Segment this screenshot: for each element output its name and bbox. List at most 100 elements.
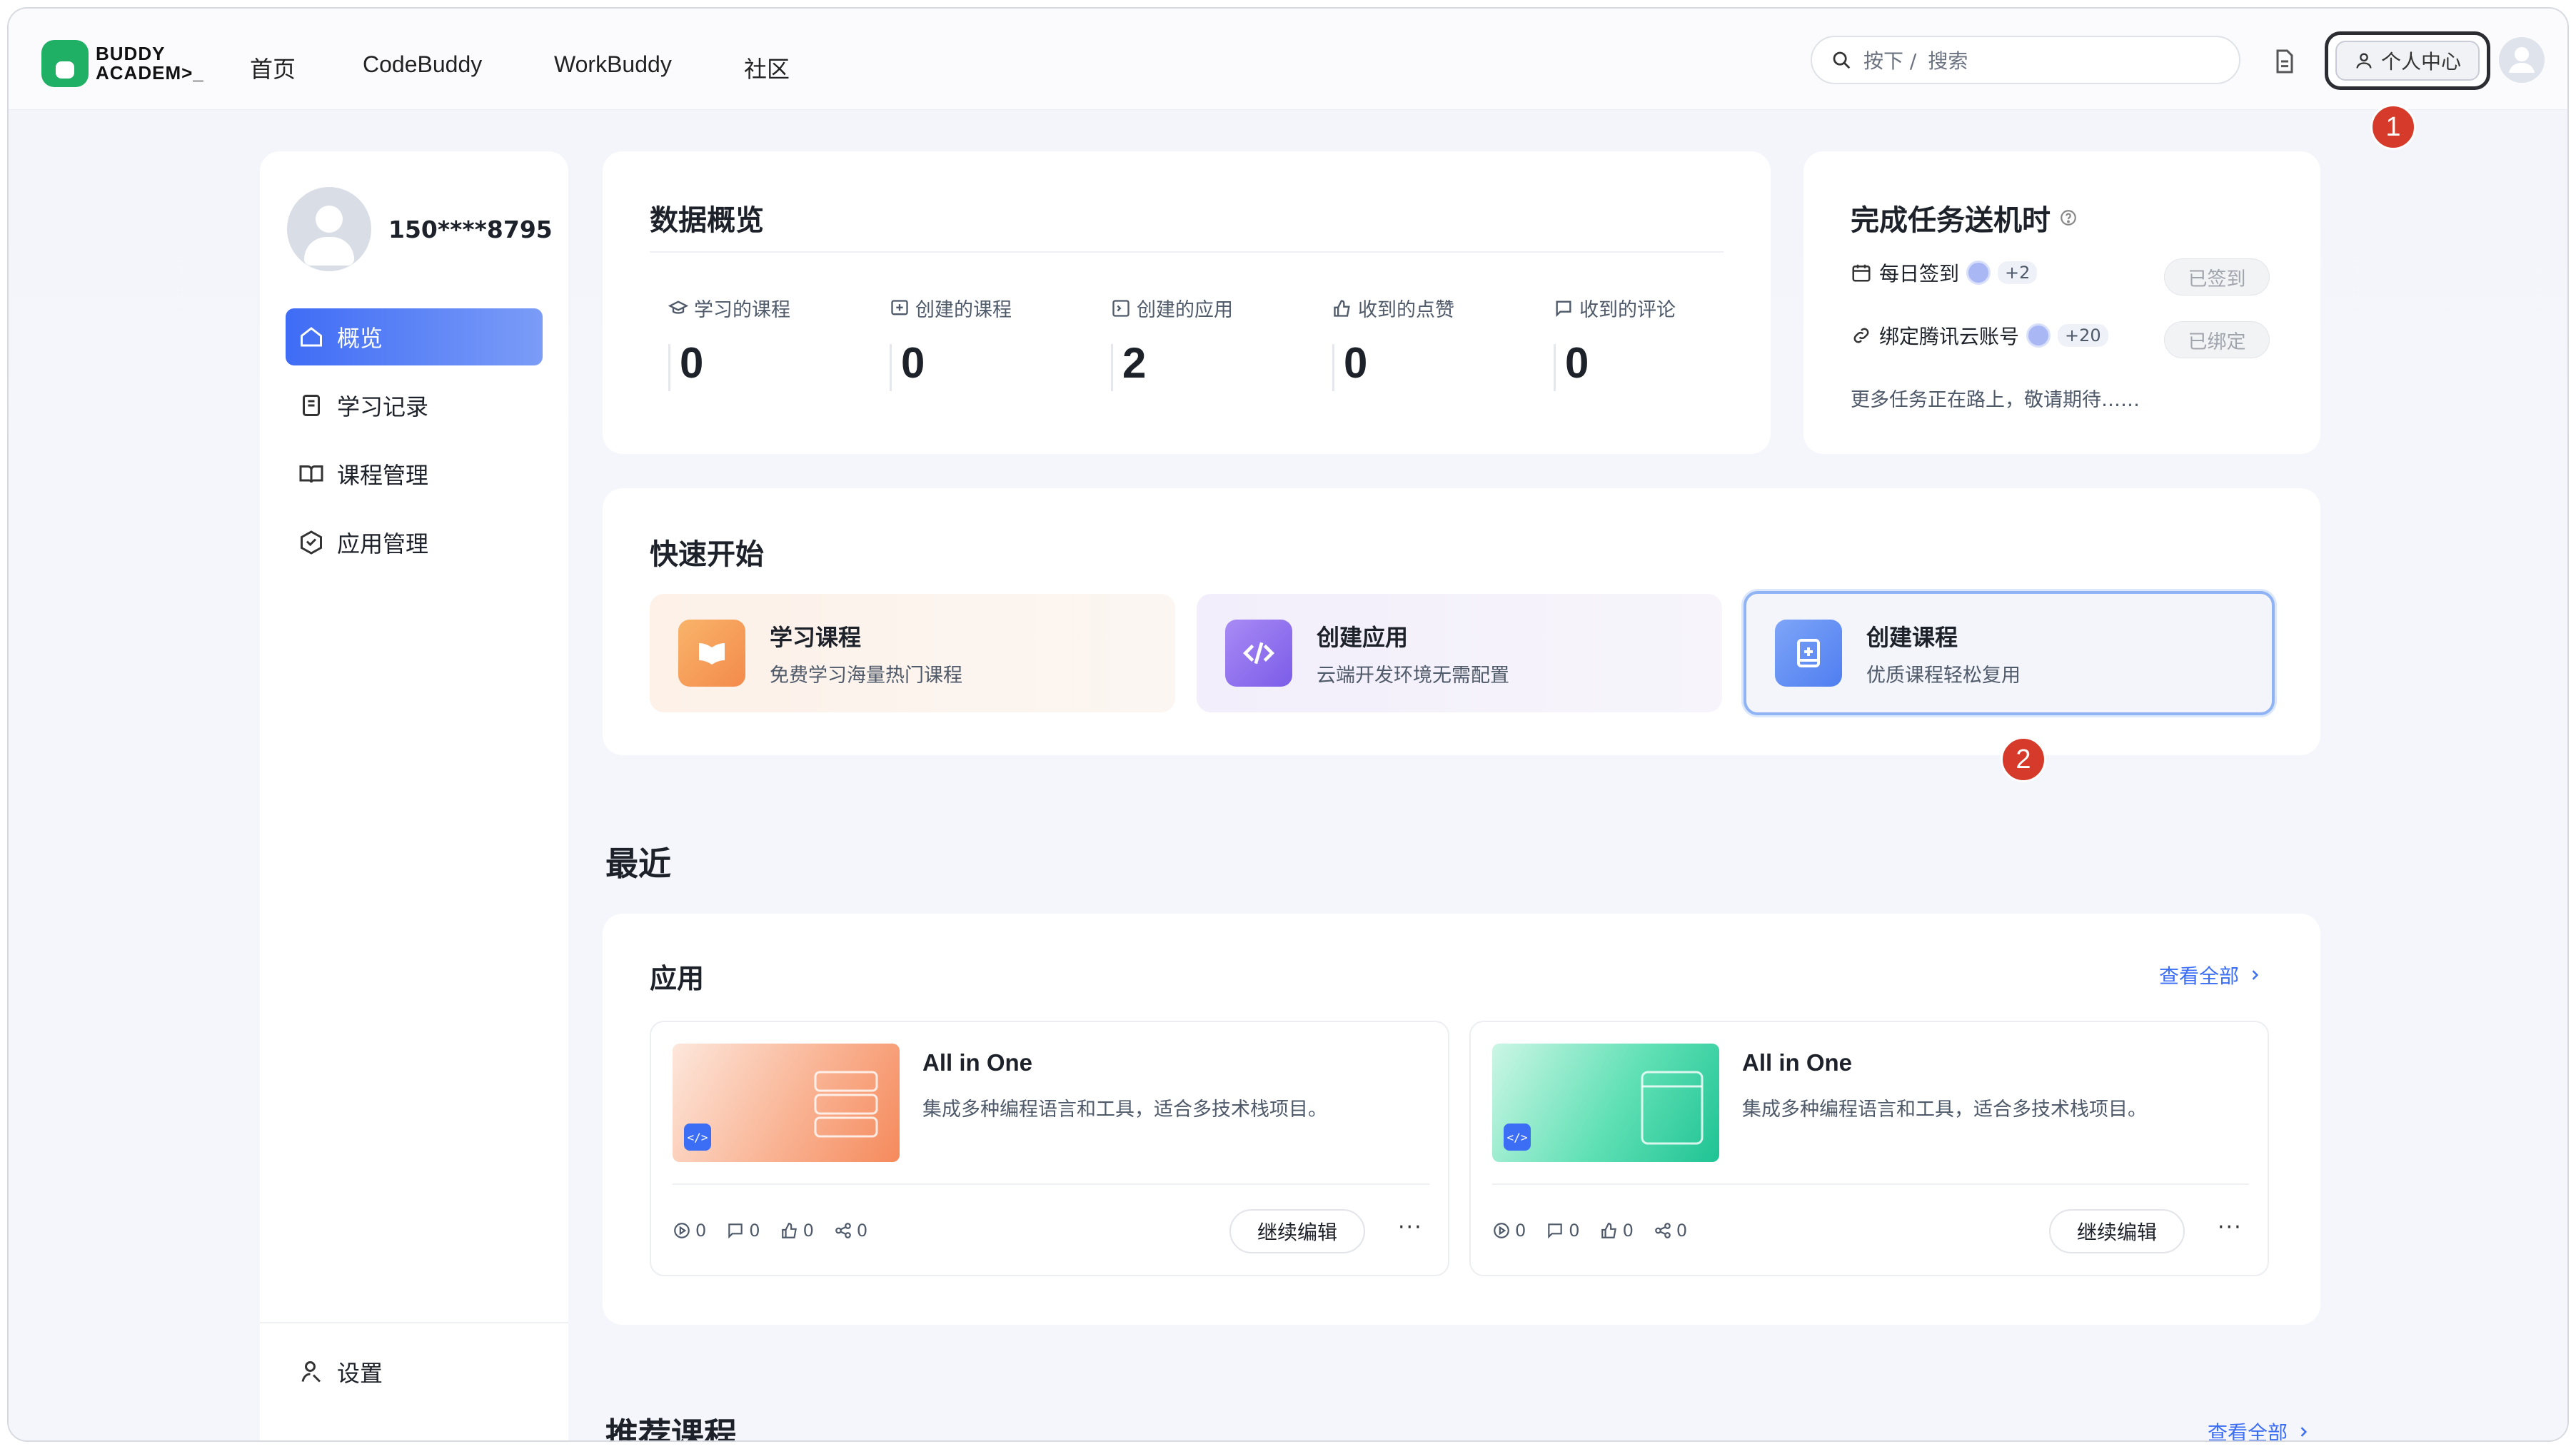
play-icon: [674, 1223, 690, 1238]
task-reward: +2: [1998, 261, 2038, 284]
recent-title: 最近: [605, 844, 671, 883]
chevron-right-icon: [2300, 1427, 2308, 1437]
quick-item-subtitle: 免费学习海量热门课程: [770, 664, 962, 687]
recommended-title: 推荐课程: [605, 1415, 737, 1440]
avatar-icon: [2509, 47, 2535, 73]
nav-workbuddy[interactable]: WorkBuddy: [554, 51, 672, 78]
settings-label: 设置: [337, 1360, 383, 1387]
sidebar-item-label: 课程管理: [337, 462, 429, 489]
code-tag-icon: </>: [684, 1124, 711, 1151]
username: 150****8795: [388, 216, 553, 243]
tasks-title: 完成任务送机时: [1851, 197, 2078, 238]
sidebar-item-settings[interactable]: 设置: [286, 1343, 543, 1400]
stat-created-apps: 创建的应用 2: [1111, 294, 1233, 391]
continue-edit-button[interactable]: 继续编辑: [1229, 1209, 1365, 1253]
sidebar-item-label: 概览: [337, 325, 383, 352]
sidebar-divider: [260, 1322, 568, 1323]
tasks-card: 完成任务送机时 每日签到 +2 已签到 绑定腾讯云账号 +20 已绑定 更多任务…: [1803, 151, 2320, 454]
recent-apps-card: 应用 查看全部 </> All in One 集成多种编程语言和工具，适合多技术…: [603, 914, 2320, 1325]
app-description: 集成多种编程语言和工具，适合多技术栈项目。: [922, 1099, 1327, 1121]
quick-create-course[interactable]: 创建课程 优质课程轻松复用: [1744, 591, 2275, 715]
app-window: BUDDY ACADEM>_ 首页 CodeBuddy WorkBuddy 社区…: [9, 9, 2567, 1440]
thumbs-up-icon: [1334, 299, 1350, 317]
sidebar-item-overview[interactable]: 概览: [286, 308, 543, 365]
home-icon: [301, 327, 322, 347]
task-label: 绑定腾讯云账号: [1879, 325, 2020, 348]
continue-edit-button[interactable]: 继续编辑: [2049, 1209, 2185, 1253]
logo-text: BUDDY ACADEM>_: [96, 43, 204, 84]
stat-learned-courses: 学习的课程 0: [668, 294, 790, 391]
help-icon[interactable]: [2059, 208, 2078, 227]
bound-button[interactable]: 已绑定: [2164, 321, 2270, 358]
add-book-icon: [1775, 620, 1842, 687]
search-box[interactable]: 按下 / 搜索: [1811, 36, 2240, 84]
stat-value: 2: [1122, 339, 1147, 387]
logo[interactable]: BUDDY ACADEM>_: [41, 36, 204, 91]
task-label: 每日签到: [1879, 262, 1960, 286]
comment-icon: [1556, 301, 1571, 317]
share-icon: [1655, 1223, 1671, 1238]
share-icon: [835, 1223, 851, 1238]
app-metrics: 0 0 0 0: [1492, 1221, 1687, 1241]
code-tag-icon: </>: [1504, 1124, 1531, 1151]
chevron-right-icon: [2252, 970, 2259, 980]
app-create-icon: [1112, 299, 1129, 317]
quick-item-subtitle: 云端开发环境无需配置: [1317, 664, 1509, 687]
more-options-icon[interactable]: ···: [1398, 1215, 1423, 1240]
more-options-icon[interactable]: ···: [2218, 1215, 2243, 1240]
sidebar-item-learning-record[interactable]: 学习记录: [286, 377, 543, 434]
task-reward: +20: [2058, 324, 2108, 347]
apps-section-title: 应用: [650, 963, 705, 994]
task-daily-checkin: 每日签到 +2: [1851, 258, 2038, 287]
app-card[interactable]: </> All in One 集成多种编程语言和工具，适合多技术栈项目。 0 0…: [1469, 1021, 2269, 1276]
book-icon: [299, 465, 323, 483]
search-placeholder: 搜索: [1928, 49, 1968, 73]
stat-label: 创建的应用: [1137, 299, 1233, 321]
nav-codebuddy[interactable]: CodeBuddy: [363, 51, 482, 78]
document-icon[interactable]: [2270, 47, 2299, 76]
checked-in-button[interactable]: 已签到: [2164, 258, 2270, 296]
stat-label: 学习的课程: [694, 299, 790, 321]
comment-icon: [728, 1223, 743, 1239]
app-card[interactable]: </> All in One 集成多种编程语言和工具，适合多技术栈项目。 0 0…: [650, 1021, 1449, 1276]
play-icon: [1494, 1223, 1509, 1238]
sidebar: 150****8795 概览 学习记录 课程管理 应用管理 设置: [260, 151, 568, 1440]
view-all-courses-link[interactable]: 查看全部: [2208, 1418, 2310, 1440]
nav-home[interactable]: 首页: [250, 51, 296, 84]
link-icon: [1853, 328, 1869, 343]
profile-center-inner: 个人中心: [2335, 41, 2480, 81]
quick-create-app[interactable]: 创建应用 云端开发环境无需配置: [1197, 594, 1722, 712]
sidebar-item-app-management[interactable]: 应用管理: [286, 514, 543, 571]
cube-icon: [301, 530, 322, 555]
profile-center-button[interactable]: 个人中心: [2325, 31, 2490, 90]
sidebar-item-course-management[interactable]: 课程管理: [286, 445, 543, 503]
quick-item-title: 学习课程: [770, 623, 862, 651]
app-metrics: 0 0 0 0: [673, 1221, 867, 1241]
coin-icon: [1966, 261, 1991, 285]
quick-learn-course[interactable]: 学习课程 免费学习海量热门课程: [650, 594, 1175, 712]
quick-item-subtitle: 优质课程轻松复用: [1866, 664, 2021, 687]
user-avatar[interactable]: [2499, 37, 2545, 83]
stat-received-likes: 收到的点赞 0: [1332, 294, 1454, 391]
stat-value: 0: [680, 339, 704, 387]
app-thumbnail: </>: [1492, 1044, 1719, 1162]
view-all-apps-link[interactable]: 查看全部: [2159, 961, 2262, 989]
thumbs-up-icon: [781, 1223, 797, 1238]
thumbs-up-icon: [1601, 1223, 1616, 1238]
tasks-footer: 更多任务正在路上，敬请期待……: [1851, 389, 2140, 411]
quickstart-card: 快速开始 学习课程 免费学习海量热门课程 创建应用 云端开发环境无需配置 创建课…: [603, 488, 2320, 755]
sidebar-avatar: [287, 187, 371, 271]
record-icon: [303, 395, 320, 416]
top-header: BUDDY ACADEM>_ 首页 CodeBuddy WorkBuddy 社区…: [9, 9, 2567, 110]
sidebar-item-label: 应用管理: [337, 530, 429, 557]
search-icon: [1833, 51, 1851, 69]
quick-item-title: 创建课程: [1866, 623, 1958, 651]
stat-label: 收到的点赞: [1358, 299, 1454, 321]
nav-community[interactable]: 社区: [744, 51, 790, 84]
app-name: All in One: [922, 1049, 1033, 1076]
app-description: 集成多种编程语言和工具，适合多技术栈项目。: [1742, 1099, 2147, 1121]
overview-divider: [650, 251, 1724, 253]
course-create-icon: [891, 299, 908, 315]
app-name: All in One: [1742, 1049, 1853, 1076]
data-overview-title: 数据概览: [650, 204, 764, 237]
